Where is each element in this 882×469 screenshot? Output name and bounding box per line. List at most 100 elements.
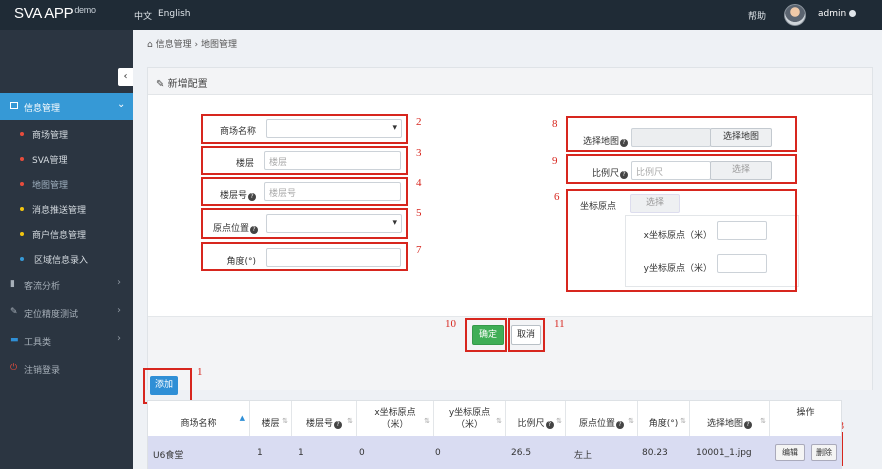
column-header[interactable]: 原点位置? ⇅ xyxy=(566,401,638,436)
sidebar-item-logout[interactable]: ⏻ 注销登录 xyxy=(0,355,133,381)
header-label: 选择地图 xyxy=(706,419,743,429)
annotation-box-5 xyxy=(201,208,408,239)
sidebar-sub-mall[interactable]: 商场管理 xyxy=(0,122,133,146)
app-logo[interactable]: SVA APPdemo xyxy=(14,5,96,22)
sidebar-sub-label: 区域信息录入 xyxy=(34,256,89,266)
column-header[interactable]: 商场名称 ▲ xyxy=(148,401,250,436)
avatar[interactable] xyxy=(784,4,806,26)
add-button[interactable]: 添加 xyxy=(150,376,178,395)
breadcrumb-separator: › xyxy=(194,40,199,50)
edit-icon: ✎ xyxy=(10,307,18,317)
help-link[interactable]: 帮助 xyxy=(748,9,766,22)
annotation-number: 9 xyxy=(552,155,558,167)
help-icon: ? xyxy=(334,421,342,429)
chevron-down-icon: ⌄ xyxy=(117,99,126,110)
sidebar-item-label: 信息管理 xyxy=(24,104,61,114)
column-header[interactable]: 楼层 ⇅ xyxy=(250,401,292,436)
sidebar-sub-merchant[interactable]: 商户信息管理 xyxy=(0,222,133,246)
annotation-box-9 xyxy=(566,154,797,184)
sidebar-sub-label: 商户信息管理 xyxy=(32,231,87,241)
lang-en-link[interactable]: English xyxy=(158,9,191,19)
sidebar-item-tools[interactable]: ▬ 工具类 › xyxy=(0,327,133,353)
lang-zh-link[interactable]: 中文 xyxy=(134,9,152,22)
header-label: 原点位置 xyxy=(578,419,615,429)
annotation-number: 5 xyxy=(416,207,422,219)
header-label: 楼层 xyxy=(261,419,280,429)
cell-floor: 1 xyxy=(257,448,263,458)
annotation-number: 1 xyxy=(197,366,203,378)
chevron-right-icon: › xyxy=(117,277,121,288)
header-label: 比例尺 xyxy=(517,419,545,429)
bullet-icon xyxy=(20,257,24,261)
annotation-number: 6 xyxy=(554,191,560,203)
cell-angle: 80.23 xyxy=(642,448,668,458)
monitor-icon xyxy=(10,102,18,109)
bar-chart-icon: ▮ xyxy=(10,279,15,289)
cell-y-origin: 0 xyxy=(435,448,441,458)
sidebar-sub-area[interactable]: 区域信息录入 xyxy=(0,247,133,271)
delete-button[interactable]: 删除 xyxy=(811,444,837,461)
column-header[interactable]: 选择地图? ⇅ xyxy=(690,401,770,436)
cell-map-file: 10001_1.jpg xyxy=(696,448,752,458)
edit-icon: ✎ xyxy=(156,79,165,90)
edit-button[interactable]: 编辑 xyxy=(775,444,805,461)
column-header[interactable]: 楼层号? ⇅ xyxy=(292,401,357,436)
sort-icon: ⇅ xyxy=(680,417,686,425)
sidebar-item-accuracy[interactable]: ✎ 定位精度测试 › xyxy=(0,299,133,325)
bullet-icon xyxy=(20,182,24,186)
annotation-box-4 xyxy=(201,177,408,206)
sidebar-item-label: 客流分析 xyxy=(24,282,61,292)
header-label: y坐标原点（米） xyxy=(448,408,491,430)
sort-asc-icon: ▲ xyxy=(239,414,245,422)
home-icon: ⌂ xyxy=(147,40,153,50)
column-header[interactable]: y坐标原点（米） ⇅ xyxy=(434,401,506,436)
help-icon: ? xyxy=(545,421,554,429)
sidebar: ‹ 信息管理 ⌄ 商场管理 SVA管理 地图管理 消息推送管理 商户信息管理 区… xyxy=(0,30,133,469)
annotation-box-7 xyxy=(201,242,408,271)
header-label: 楼层号 xyxy=(305,419,333,429)
breadcrumb: ⌂ 信息管理 › 地图管理 xyxy=(147,37,237,50)
column-header[interactable]: 角度(°) ⇅ xyxy=(638,401,690,436)
sort-icon: ⇅ xyxy=(424,417,430,425)
annotation-number: 3 xyxy=(416,147,422,159)
sidebar-item-info-manage[interactable]: 信息管理 ⌄ xyxy=(0,93,133,120)
help-icon: ? xyxy=(744,421,752,429)
chevron-left-icon: ‹ xyxy=(123,71,128,82)
annotation-box-8 xyxy=(566,116,797,152)
column-header: 操作 xyxy=(770,401,841,436)
sidebar-item-label: 定位精度测试 xyxy=(24,310,79,320)
column-header[interactable]: x坐标原点（米） ⇅ xyxy=(357,401,434,436)
user-menu[interactable]: admin xyxy=(818,9,857,19)
panel-header: ✎ 新增配置 xyxy=(148,68,872,95)
sidebar-item-label: 注销登录 xyxy=(24,366,61,376)
chevron-down-icon xyxy=(849,10,857,17)
sort-icon: ⇅ xyxy=(347,417,353,425)
column-header[interactable]: 比例尺? ⇅ xyxy=(506,401,566,436)
chevron-right-icon: › xyxy=(117,305,121,316)
sidebar-sub-map[interactable]: 地图管理 xyxy=(0,172,133,196)
annotation-box-10 xyxy=(465,318,507,352)
header-label: 商场名称 xyxy=(180,419,217,429)
annotation-number: 2 xyxy=(416,116,422,128)
sidebar-item-traffic[interactable]: ▮ 客流分析 › xyxy=(0,271,133,297)
breadcrumb-current: 地图管理 xyxy=(200,40,237,50)
bullet-icon xyxy=(20,232,24,236)
sidebar-sub-label: SVA管理 xyxy=(32,156,68,166)
help-icon: ? xyxy=(616,421,624,429)
bullet-icon xyxy=(20,157,24,161)
sidebar-sub-push[interactable]: 消息推送管理 xyxy=(0,197,133,221)
map-config-table: 商场名称 ▲ 楼层 ⇅ 楼层号? ⇅ x坐标原点（米） ⇅ y坐标原点（米） ⇅ 比例尺?… xyxy=(147,400,842,469)
sidebar-item-label: 工具类 xyxy=(24,338,52,348)
header-label: x坐标原点（米） xyxy=(374,408,416,430)
cell-mall-name: U6食堂 xyxy=(153,451,184,461)
panel-title: 新增配置 xyxy=(167,79,208,90)
header-label: 操作 xyxy=(796,408,815,418)
folder-icon: ▬ xyxy=(10,335,19,345)
breadcrumb-home[interactable]: 信息管理 xyxy=(156,40,192,50)
sidebar-collapse-button[interactable]: ‹ xyxy=(118,68,133,86)
sidebar-sub-sva[interactable]: SVA管理 xyxy=(0,147,133,171)
cell-scale: 26.5 xyxy=(511,448,532,458)
sort-icon: ⇅ xyxy=(628,417,634,425)
table-row[interactable]: U6食堂 1 1 0 0 26.5 左上 80.23 10001_1.jpg 编… xyxy=(148,436,841,469)
chevron-right-icon: › xyxy=(117,333,121,344)
